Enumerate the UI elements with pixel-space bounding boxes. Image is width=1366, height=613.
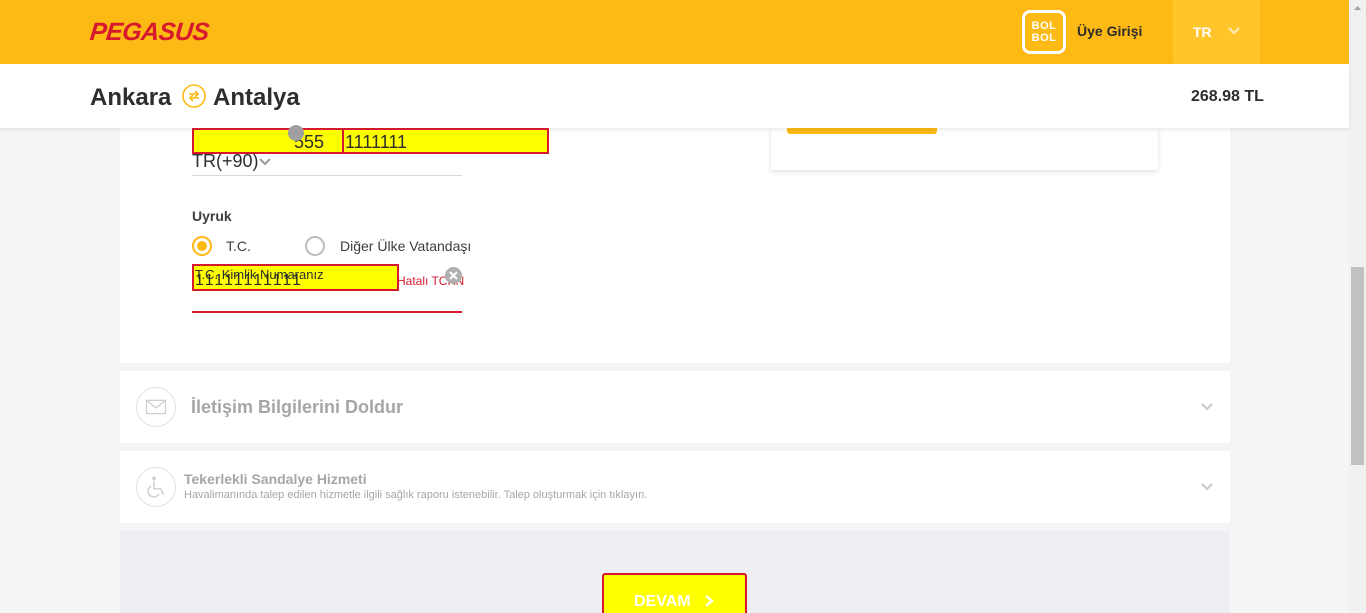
total-price: 268.98 TL xyxy=(1191,88,1264,105)
bolbol-line1: BOL xyxy=(1031,20,1057,32)
wheelchair-accordion[interactable]: Tekerlekli Sandalye Hizmeti Havalimanınd… xyxy=(120,451,1230,523)
bolbol-line2: BOL xyxy=(1031,32,1057,44)
contact-info-title: İletişim Bilgilerini Doldur xyxy=(191,397,404,417)
country-code-select[interactable]: TR(+90) xyxy=(192,151,259,172)
tc-id-field[interactable]: 11111111111 T.C. Kimlik Numaranız xyxy=(192,264,399,291)
tc-id-label: T.C. Kimlik Numaranız xyxy=(195,267,324,282)
scrollbar[interactable] xyxy=(1349,0,1366,613)
radio-tc-label[interactable]: T.C. xyxy=(226,238,251,254)
divider xyxy=(192,175,342,176)
destination-city: Antalya xyxy=(213,84,300,111)
phone-number-field[interactable]: 1111111 xyxy=(342,128,549,154)
language-selector[interactable]: TR xyxy=(1173,0,1260,64)
chevron-down-icon xyxy=(1201,403,1213,411)
summary-button[interactable] xyxy=(787,128,937,134)
radio-other-country[interactable] xyxy=(305,236,325,256)
scroll-up-arrow-icon[interactable] xyxy=(1349,0,1366,17)
contact-info-accordion[interactable]: İletişim Bilgilerini Doldur xyxy=(120,371,1230,443)
chevron-down-icon xyxy=(1228,27,1240,35)
top-bar: PEGASUS BOL BOL Üye Girişi TR xyxy=(0,0,1349,64)
phone-number-value: 1111111 xyxy=(345,132,408,152)
clear-icon[interactable] xyxy=(445,267,462,284)
wheelchair-description: Havalimanında talep edilen hizmetle ilgi… xyxy=(184,489,648,501)
route-header: Ankara Antalya 268.98 TL xyxy=(0,64,1349,128)
wheelchair-icon xyxy=(136,467,176,507)
divider xyxy=(342,175,462,176)
summary-card xyxy=(771,128,1158,170)
continue-label: DEVAM xyxy=(634,593,691,610)
scrollbar-thumb[interactable] xyxy=(1351,267,1364,465)
nationality-label: Uyruk xyxy=(192,208,232,224)
tc-error-underline xyxy=(192,311,462,313)
chevron-down-icon xyxy=(1201,483,1213,491)
language-label: TR xyxy=(1193,24,1212,40)
chevron-down-icon xyxy=(259,158,271,166)
chevron-right-icon xyxy=(705,595,714,607)
radio-tc[interactable] xyxy=(192,236,212,256)
member-login-link[interactable]: Üye Girişi xyxy=(1077,23,1142,39)
radio-other-country-label[interactable]: Diğer Ülke Vatandaşı xyxy=(340,238,471,254)
clear-icon[interactable] xyxy=(288,125,304,141)
origin-city: Ankara xyxy=(90,84,172,111)
envelope-icon xyxy=(136,387,176,427)
continue-button[interactable]: DEVAM xyxy=(602,573,747,613)
pegasus-logo[interactable]: PEGASUS xyxy=(88,18,211,47)
swap-icon xyxy=(182,84,206,108)
bolbol-logo[interactable]: BOL BOL xyxy=(1022,10,1066,54)
wheelchair-title: Tekerlekli Sandalye Hizmeti xyxy=(184,471,367,487)
